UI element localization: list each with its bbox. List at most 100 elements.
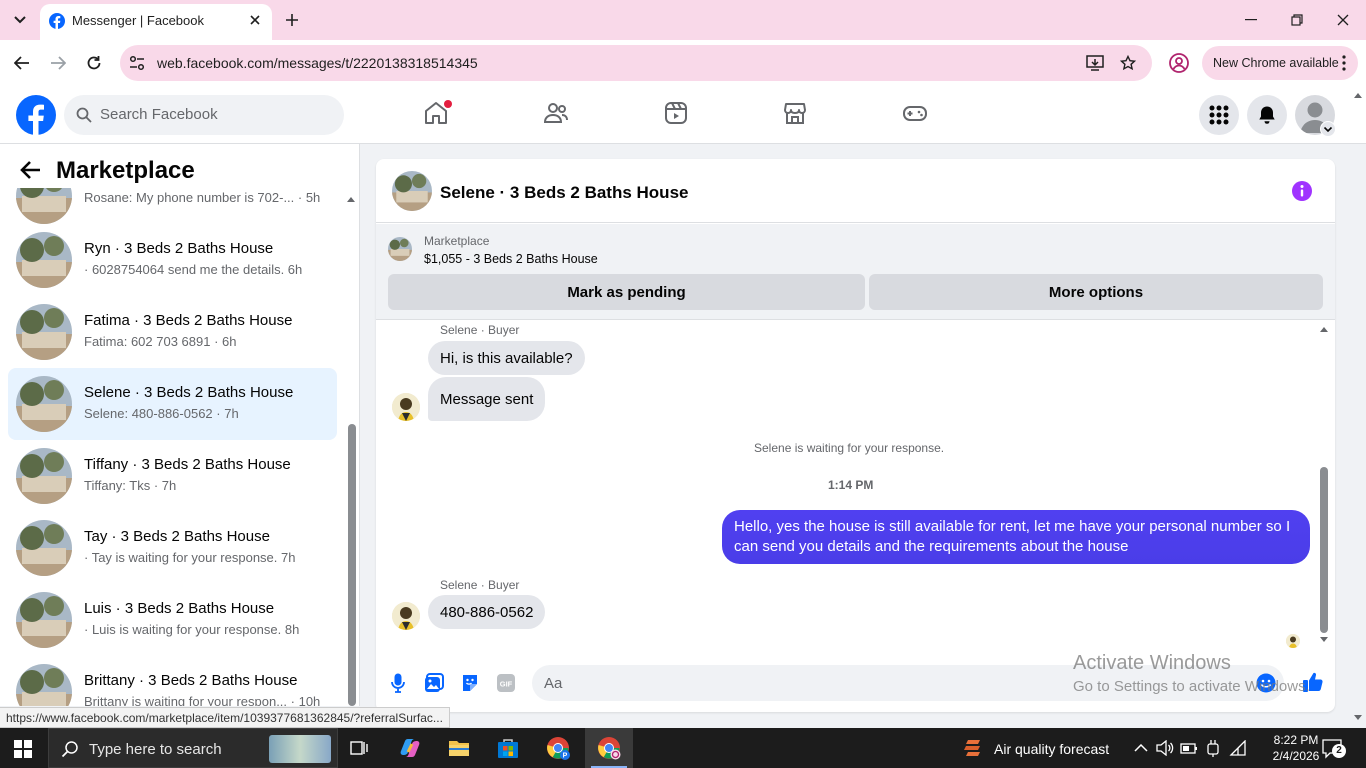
mic-icon[interactable] bbox=[387, 672, 409, 694]
gif-icon[interactable]: GIF bbox=[495, 672, 517, 694]
install-app-icon[interactable] bbox=[1086, 54, 1104, 72]
page-scroll-down-icon[interactable] bbox=[1354, 715, 1362, 721]
image-icon[interactable] bbox=[423, 672, 445, 694]
microsoft-store-icon[interactable] bbox=[496, 736, 520, 760]
system-clock[interactable]: 8:22 PM 2/4/2026 bbox=[1272, 732, 1320, 764]
back-arrow-icon[interactable] bbox=[20, 160, 42, 180]
chat-scrollbar[interactable] bbox=[1317, 322, 1331, 652]
sticker-icon[interactable] bbox=[459, 672, 481, 694]
incoming-message[interactable]: Message sent bbox=[428, 377, 546, 421]
close-icon bbox=[250, 15, 260, 25]
account-chevron-icon[interactable] bbox=[1320, 121, 1336, 137]
notification-count: 2 bbox=[1332, 744, 1346, 758]
conversation-item[interactable]: Fatima · 3 Beds 2 Baths House Fatima: 60… bbox=[8, 296, 337, 368]
chrome-profile-icon[interactable] bbox=[1168, 52, 1190, 74]
clock-time: 8:22 PM bbox=[1273, 733, 1319, 747]
site-settings-icon[interactable] bbox=[128, 54, 146, 72]
forward-button[interactable] bbox=[45, 50, 71, 76]
usb-device-icon[interactable] bbox=[1203, 738, 1223, 758]
battery-icon[interactable] bbox=[1179, 738, 1199, 758]
facebook-logo-icon[interactable] bbox=[16, 95, 56, 135]
scrollbar-thumb[interactable] bbox=[1320, 467, 1328, 633]
conversation-snippet: · Luis is waiting for your response. 8h bbox=[84, 622, 300, 637]
kebab-menu-icon bbox=[1342, 55, 1346, 71]
svg-text:GIF: GIF bbox=[500, 680, 513, 689]
listing-banner-thumbnail[interactable] bbox=[388, 237, 412, 261]
page-scroll-up-icon[interactable] bbox=[1354, 92, 1362, 98]
file-explorer-icon[interactable] bbox=[447, 736, 471, 760]
svg-text:P: P bbox=[563, 753, 568, 760]
back-button[interactable] bbox=[9, 50, 35, 76]
chevron-up-icon[interactable] bbox=[1131, 738, 1151, 758]
network-icon[interactable] bbox=[1228, 738, 1248, 758]
address-bar[interactable]: web.facebook.com/messages/t/222013831851… bbox=[120, 45, 1152, 81]
scroll-up-arrow-icon[interactable] bbox=[1320, 326, 1328, 332]
weather-widget[interactable]: Air quality forecast bbox=[962, 737, 1122, 761]
search-placeholder: Search Facebook bbox=[100, 106, 218, 123]
tab-close-button[interactable] bbox=[246, 11, 264, 29]
taskbar-search-box[interactable]: Type here to search bbox=[48, 728, 338, 768]
marketplace-inbox-panel: Marketplace Rosane: My phone number is 7… bbox=[0, 144, 360, 706]
conversation-item[interactable]: Tiffany · 3 Beds 2 Baths House Tiffany: … bbox=[8, 440, 337, 512]
conversation-snippet: Tiffany: Tks · 7h bbox=[84, 478, 177, 493]
conversation-snippet: Selene: 480-886-0562 · 7h bbox=[84, 406, 239, 421]
incoming-message[interactable]: Hi, is this available? bbox=[428, 341, 585, 375]
marketplace-icon[interactable] bbox=[782, 100, 808, 126]
inbox-scrollbar[interactable] bbox=[344, 188, 358, 706]
home-notification-dot bbox=[444, 100, 452, 108]
chat-header: Selene · 3 Beds 2 Baths House bbox=[376, 159, 1335, 223]
notifications-button[interactable] bbox=[1247, 95, 1287, 135]
new-chrome-available-button[interactable]: New Chrome available bbox=[1202, 46, 1358, 80]
scroll-up-arrow-icon[interactable] bbox=[347, 196, 355, 202]
waiting-status: Selene is waiting for your response. bbox=[754, 441, 945, 455]
sender-avatar[interactable] bbox=[392, 602, 420, 630]
link-status-url: https://www.facebook.com/marketplace/ite… bbox=[0, 707, 450, 728]
marketplace-header: Marketplace bbox=[0, 144, 358, 188]
listing-thumbnail bbox=[16, 232, 72, 288]
notification-center-button[interactable]: 2 bbox=[1322, 738, 1346, 760]
conversation-item[interactable]: Luis · 3 Beds 2 Baths House · Luis is wa… bbox=[8, 584, 337, 656]
conversation-item-active[interactable]: Selene · 3 Beds 2 Baths House Selene: 48… bbox=[8, 368, 337, 440]
windows-start-icon[interactable] bbox=[14, 740, 32, 758]
listing-price-title[interactable]: $1,055 - 3 Beds 2 Baths House bbox=[424, 252, 598, 266]
restore-button[interactable] bbox=[1282, 8, 1312, 32]
video-icon[interactable] bbox=[663, 100, 689, 126]
chat-title[interactable]: Selene · 3 Beds 2 Baths House bbox=[440, 183, 688, 203]
plus-icon bbox=[286, 14, 298, 26]
speaker-icon[interactable] bbox=[1155, 738, 1175, 758]
close-window-button[interactable] bbox=[1328, 8, 1358, 32]
scrollbar-thumb[interactable] bbox=[348, 424, 356, 706]
listing-thumbnail bbox=[16, 376, 72, 432]
bookmark-star-icon[interactable] bbox=[1119, 54, 1137, 72]
copilot-icon[interactable] bbox=[398, 736, 422, 760]
chrome-active-icon[interactable] bbox=[591, 736, 627, 768]
outgoing-message[interactable]: Hello, yes the house is still available … bbox=[722, 510, 1310, 564]
info-icon[interactable] bbox=[1292, 181, 1312, 201]
search-highlight-image bbox=[269, 735, 331, 763]
new-tab-button[interactable] bbox=[282, 10, 302, 30]
menu-button[interactable] bbox=[1199, 95, 1239, 135]
friends-icon[interactable] bbox=[543, 100, 569, 126]
conversation-item[interactable]: Brittany · 3 Beds 2 Baths House Brittany… bbox=[8, 656, 337, 706]
incoming-message[interactable]: 480-886-0562 bbox=[428, 595, 546, 629]
conversation-item[interactable]: Tay · 3 Beds 2 Baths House · Tay is wait… bbox=[8, 512, 337, 584]
listing-thumbnail bbox=[16, 448, 72, 504]
sender-label: Selene · Buyer bbox=[440, 578, 520, 592]
scroll-down-arrow-icon[interactable] bbox=[1320, 637, 1328, 643]
chat-listing-thumbnail[interactable] bbox=[392, 171, 432, 211]
mark-as-pending-button[interactable]: Mark as pending bbox=[388, 274, 865, 310]
tab-search-button[interactable] bbox=[8, 8, 32, 32]
facebook-search-input[interactable]: Search Facebook bbox=[64, 95, 344, 135]
chat-panel: Selene · 3 Beds 2 Baths House Marketplac… bbox=[376, 159, 1335, 712]
conversation-item[interactable]: Ryn · 3 Beds 2 Baths House · 6028754064 … bbox=[8, 224, 337, 296]
conversation-snippet: · Tay is waiting for your response. 7h bbox=[84, 550, 296, 565]
message-timestamp: 1:14 PM bbox=[828, 478, 874, 492]
gaming-icon[interactable] bbox=[902, 100, 928, 126]
task-view-icon[interactable] bbox=[348, 736, 372, 760]
sender-avatar[interactable] bbox=[392, 393, 420, 421]
chrome-profile-p-icon[interactable]: P bbox=[546, 736, 570, 760]
browser-tab-messenger[interactable]: Messenger | Facebook bbox=[40, 4, 272, 40]
more-options-button[interactable]: More options bbox=[869, 274, 1323, 310]
reload-button[interactable] bbox=[81, 50, 107, 76]
minimize-button[interactable] bbox=[1236, 8, 1266, 32]
